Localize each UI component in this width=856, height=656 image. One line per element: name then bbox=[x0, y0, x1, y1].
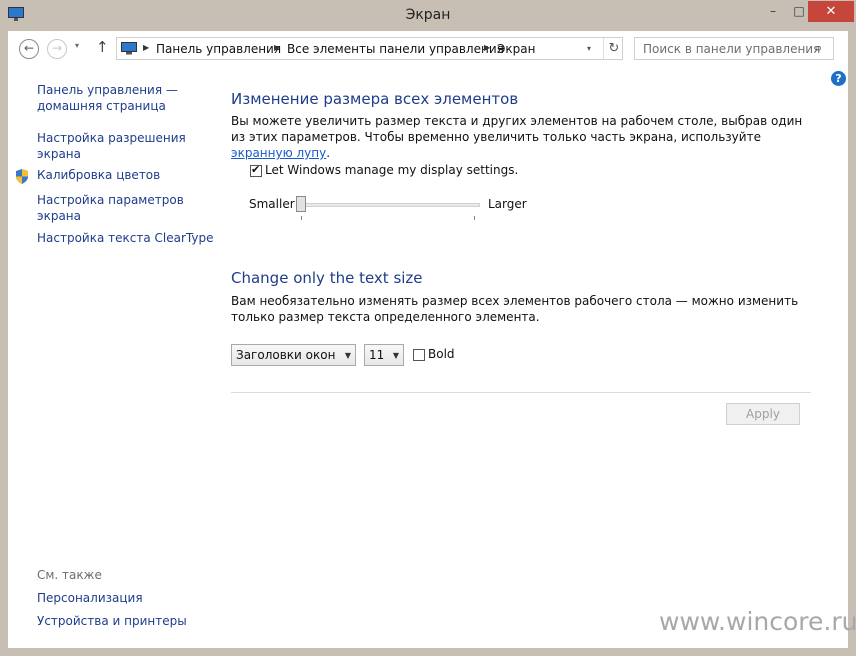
breadcrumb-separator-icon[interactable]: ▶ bbox=[143, 43, 149, 52]
shield-icon bbox=[16, 169, 28, 184]
address-dropdown-icon[interactable]: ▾ bbox=[587, 44, 591, 53]
chevron-down-icon: ▼ bbox=[392, 351, 399, 360]
address-bar[interactable]: ▶ Панель управления ▶ Все элементы панел… bbox=[116, 37, 623, 60]
magnifier-link[interactable]: экранную лупу bbox=[231, 146, 326, 160]
size-slider-thumb[interactable] bbox=[296, 196, 306, 212]
sidebar-item-personalization[interactable]: Персонализация bbox=[37, 590, 143, 606]
sidebar-item-cleartype[interactable]: Настройка текста ClearType bbox=[37, 230, 213, 246]
window: Экран – □ ✕ ← → ▾ ↑ ▶ Панель управления … bbox=[0, 0, 856, 656]
bold-checkbox[interactable] bbox=[413, 349, 425, 361]
description-text-end: . bbox=[326, 146, 331, 160]
sidebar-item-resolution[interactable]: Настройка разрешения экрана bbox=[37, 130, 186, 162]
sidebar-item-home[interactable]: Панель управления — домашняя страница bbox=[37, 82, 178, 114]
size-slider-track[interactable] bbox=[296, 203, 480, 207]
size-select-value: 11 bbox=[369, 348, 385, 362]
apply-button[interactable]: Apply bbox=[726, 403, 800, 425]
watermark: www.wincore.ru bbox=[659, 607, 856, 636]
manage-display-label: Let Windows manage my display settings. bbox=[265, 163, 519, 177]
close-button[interactable]: ✕ bbox=[808, 1, 854, 22]
element-select-value: Заголовки окон bbox=[236, 348, 336, 362]
up-button[interactable]: ↑ bbox=[96, 38, 109, 56]
breadcrumb-separator-icon[interactable]: ▶ bbox=[484, 43, 490, 52]
chevron-down-icon: ▼ bbox=[344, 351, 351, 360]
sidebar-item-devices-printers[interactable]: Устройства и принтеры bbox=[37, 613, 187, 629]
recent-locations-icon[interactable]: ▾ bbox=[75, 41, 79, 50]
size-select[interactable]: 11 ▼ bbox=[364, 344, 404, 366]
breadcrumb-control-panel[interactable]: Панель управления bbox=[156, 42, 281, 56]
element-select[interactable]: Заголовки окон ▼ bbox=[231, 344, 356, 366]
description-text: Вы можете увеличить размер текста и друг… bbox=[231, 114, 803, 144]
client-area: ← → ▾ ↑ ▶ Панель управления ▶ Все элемен… bbox=[8, 31, 856, 648]
breadcrumb-display[interactable]: Экран bbox=[497, 42, 535, 56]
title-bar[interactable]: Экран – □ ✕ bbox=[0, 0, 856, 32]
section-description-text-size: Вам необязательно изменять размер всех э… bbox=[231, 294, 799, 324]
back-button[interactable]: ← bbox=[19, 39, 39, 59]
manage-display-checkbox[interactable] bbox=[250, 163, 262, 177]
section-description-resize-all: Вы можете увеличить размер текста и друг… bbox=[231, 113, 811, 161]
control-panel-icon bbox=[121, 42, 137, 55]
breadcrumb-separator-icon[interactable]: ▶ bbox=[274, 43, 280, 52]
slider-tick bbox=[474, 216, 475, 220]
search-input[interactable]: Поиск в панели управления ⌕ bbox=[634, 37, 834, 60]
see-also-heading: См. также bbox=[37, 568, 102, 582]
minimize-button[interactable]: – bbox=[759, 1, 787, 22]
search-placeholder: Поиск в панели управления bbox=[643, 42, 821, 56]
slider-min-label: Smaller bbox=[249, 197, 295, 211]
breadcrumb-all-items[interactable]: Все элементы панели управления bbox=[287, 42, 504, 56]
section-heading-text-size: Change only the text size bbox=[231, 269, 423, 287]
slider-max-label: Larger bbox=[488, 197, 527, 211]
refresh-icon[interactable]: ↻ bbox=[603, 38, 624, 59]
sidebar-item-calibrate-colors[interactable]: Калибровка цветов bbox=[37, 167, 160, 183]
section-heading-resize-all: Изменение размера всех элементов bbox=[231, 90, 519, 108]
navigation-bar: ← → ▾ ↑ ▶ Панель управления ▶ Все элемен… bbox=[8, 31, 848, 67]
window-title: Экран bbox=[405, 7, 451, 23]
sidebar-item-display-settings[interactable]: Настройка параметров экрана bbox=[37, 192, 184, 224]
slider-tick bbox=[301, 216, 302, 220]
help-icon[interactable]: ? bbox=[831, 71, 846, 86]
search-icon[interactable]: ⌕ bbox=[815, 41, 822, 56]
divider bbox=[231, 392, 811, 393]
forward-button[interactable]: → bbox=[47, 39, 67, 59]
bold-label: Bold bbox=[428, 347, 455, 361]
